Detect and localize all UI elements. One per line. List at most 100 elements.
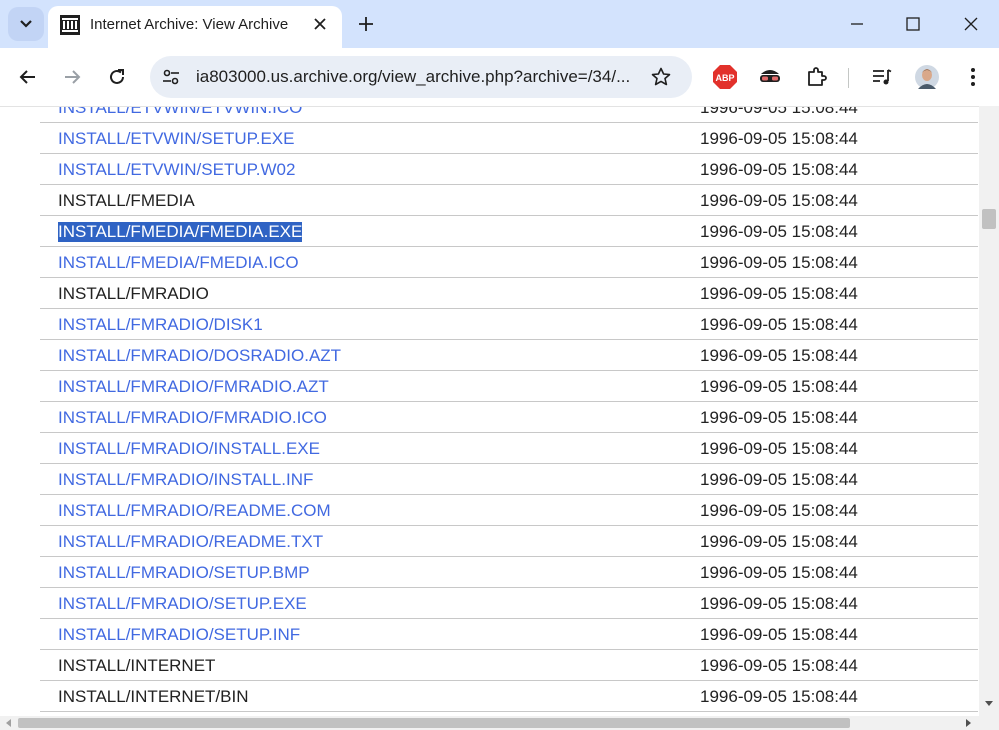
file-date: 1996-09-05 15:08:44 <box>700 106 858 117</box>
file-date: 1996-09-05 15:08:44 <box>700 160 858 179</box>
archive-file-link[interactable]: INSTALL/ETVWIN/ETVWIN.ICO <box>58 107 302 118</box>
forward-button[interactable] <box>57 62 87 92</box>
table-row: INSTALL/INTERNET/BIN 1996-09-05 15:08:44 <box>40 681 978 712</box>
file-date: 1996-09-05 15:08:44 <box>700 253 858 272</box>
table-row: INSTALL/FMRADIO/SETUP.INF 1996-09-05 15:0… <box>40 619 978 650</box>
table-row: INSTALL/ETVWIN/SETUP.W02 1996-09-05 15:08… <box>40 154 978 185</box>
file-date: 1996-09-05 15:08:44 <box>700 377 858 396</box>
file-date: 1996-09-05 15:08:44 <box>700 625 858 644</box>
table-row: INSTALL/FMRADIO/INSTALL.EXE 1996-09-05 15… <box>40 433 978 464</box>
archive-file-link[interactable]: INSTALL/FMRADIO/SETUP.INF <box>58 625 300 645</box>
archive-file-link[interactable]: INSTALL/FMRADIO/INSTALL.INF <box>58 470 313 490</box>
close-icon <box>314 18 326 30</box>
adblock-icon: ABP <box>713 65 737 89</box>
archive-file-link[interactable]: INSTALL/FMRADIO/DISK1 <box>58 315 263 335</box>
file-date: 1996-09-05 15:08:44 <box>700 191 858 210</box>
tab-title: Internet Archive: View Archive <box>90 16 289 33</box>
scrollbar-corner <box>979 716 999 730</box>
table-row: INSTALL/FMRADIO/FMRADIO.ICO 1996-09-05 15… <box>40 402 978 433</box>
browser-menu-button[interactable] <box>958 62 988 92</box>
scroll-down-arrow-icon[interactable] <box>985 701 993 706</box>
back-button[interactable] <box>13 62 43 92</box>
window-close-button[interactable] <box>957 10 985 38</box>
archive-file-link[interactable]: INSTALL/FMRADIO/FMRADIO.AZT <box>58 377 329 397</box>
archive-file-link[interactable]: INSTALL/FMRADIO/DOSRADIO.AZT <box>58 346 341 366</box>
table-row: INSTALL/FMRADIO/DOSRADIO.AZT 1996-09-05 1… <box>40 340 978 371</box>
file-date: 1996-09-05 15:08:44 <box>700 501 858 520</box>
tab-close-button[interactable] <box>310 14 330 34</box>
archive-file-link[interactable]: INSTALL/FMRADIO/SETUP.EXE <box>58 594 307 614</box>
profile-button[interactable] <box>912 62 942 92</box>
toolbar-separator <box>848 68 849 88</box>
archive-file-link[interactable]: INSTALL/FMRADIO/INSTALL.EXE <box>58 439 320 459</box>
file-date: 1996-09-05 15:08:44 <box>700 470 858 489</box>
archive-folder-name: INSTALL/INTERNET <box>58 656 216 675</box>
archive-listing: INSTALL/ETVWIN/ETVWIN.ICO 1996-09-05 15:… <box>0 106 979 717</box>
reload-icon <box>110 69 124 84</box>
archive-folder-name: INSTALL/INTERNET/BIN <box>58 687 249 706</box>
arrow-right-icon <box>65 70 81 84</box>
file-date: 1996-09-05 15:08:44 <box>700 284 858 303</box>
profile-avatar <box>915 65 939 89</box>
horizontal-scrollbar[interactable] <box>0 716 979 730</box>
archive-file-link[interactable]: INSTALL/ETVWIN/SETUP.W02 <box>58 160 295 180</box>
archive-folder-name: INSTALL/FMEDIA <box>58 191 195 210</box>
media-control-button[interactable] <box>867 62 897 92</box>
internet-archive-favicon-icon <box>60 15 80 35</box>
archive-file-link[interactable]: INSTALL/FMRADIO/README.COM <box>58 501 331 521</box>
tab-search-dropdown-button[interactable] <box>8 7 44 41</box>
maximize-icon <box>906 17 920 31</box>
file-date: 1996-09-05 15:08:44 <box>700 346 858 365</box>
media-control-icon <box>873 69 892 85</box>
vertical-scrollbar-thumb[interactable] <box>982 209 996 229</box>
table-row: INSTALL/INTERNET 1996-09-05 15:08:44 <box>40 650 978 681</box>
vertical-scrollbar[interactable] <box>979 106 999 716</box>
star-icon <box>651 67 671 86</box>
table-row: INSTALL/FMRADIO/README.TXT 1996-09-05 15:… <box>40 526 978 557</box>
minimize-icon <box>851 23 863 25</box>
incognito-extension-button[interactable] <box>755 62 785 92</box>
url-text[interactable]: ia803000.us.archive.org/view_archive.php… <box>196 67 630 87</box>
table-row: INSTALL/FMEDIA 1996-09-05 15:08:44 <box>40 185 978 216</box>
file-date: 1996-09-05 15:08:44 <box>700 563 858 582</box>
close-icon <box>964 17 978 31</box>
file-date: 1996-09-05 15:08:44 <box>700 129 858 148</box>
archive-file-link[interactable]: INSTALL/FMRADIO/README.TXT <box>58 532 323 552</box>
archive-file-link[interactable]: INSTALL/FMRADIO/FMRADIO.ICO <box>58 408 327 428</box>
table-row: INSTALL/FMRADIO/INSTALL.INF 1996-09-05 15… <box>40 464 978 495</box>
maximize-button[interactable] <box>899 10 927 38</box>
bookmark-button[interactable] <box>650 66 672 88</box>
archive-file-link[interactable]: INSTALL/FMRADIO/SETUP.BMP <box>58 563 310 583</box>
reload-button[interactable] <box>102 62 132 92</box>
archive-folder-name: INSTALL/FMRADIO <box>58 284 209 303</box>
file-date: 1996-09-05 15:08:44 <box>700 408 858 427</box>
table-row: INSTALL/FMRADIO/SETUP.BMP 1996-09-05 15:0… <box>40 557 978 588</box>
kebab-menu-icon <box>971 68 975 86</box>
table-row: INSTALL/FMRADIO/FMRADIO.AZT 1996-09-05 15… <box>40 371 978 402</box>
site-info-button[interactable] <box>160 66 182 88</box>
adblock-extension-button[interactable]: ABP <box>710 62 740 92</box>
file-date: 1996-09-05 15:08:44 <box>700 594 858 613</box>
scroll-right-arrow-icon[interactable] <box>966 719 971 727</box>
puzzle-extensions-icon <box>808 67 827 86</box>
archive-file-link[interactable]: INSTALL/ETVWIN/SETUP.EXE <box>58 129 295 149</box>
address-bar[interactable]: ia803000.us.archive.org/view_archive.php… <box>150 56 692 98</box>
active-tab[interactable]: Internet Archive: View Archive <box>48 6 342 48</box>
plus-icon <box>359 17 373 31</box>
new-tab-button[interactable] <box>352 10 380 38</box>
table-row: INSTALL/FMRADIO/SETUP.EXE 1996-09-05 15:0… <box>40 588 978 619</box>
chevron-down-icon <box>20 20 32 28</box>
extensions-button[interactable] <box>802 62 832 92</box>
table-row: INSTALL/FMRADIO 1996-09-05 15:08:44 <box>40 278 978 309</box>
scroll-left-arrow-icon[interactable] <box>6 719 11 727</box>
table-row: INSTALL/ETVWIN/ETVWIN.ICO 1996-09-05 15:… <box>40 106 978 123</box>
archive-file-link[interactable]: INSTALL/FMEDIA/FMEDIA.ICO <box>58 253 299 273</box>
file-date: 1996-09-05 15:08:44 <box>700 222 858 241</box>
table-row: INSTALL/FMRADIO/DISK1 1996-09-05 15:08:44 <box>40 309 978 340</box>
minimize-button[interactable] <box>843 10 871 38</box>
table-row: INSTALL/FMEDIA/FMEDIA.EXE 1996-09-05 15:0… <box>40 216 978 247</box>
file-date: 1996-09-05 15:08:44 <box>700 687 858 706</box>
horizontal-scrollbar-thumb[interactable] <box>18 718 850 728</box>
archive-file-link[interactable]: INSTALL/FMEDIA/FMEDIA.EXE <box>58 222 303 242</box>
tune-icon <box>163 69 179 85</box>
